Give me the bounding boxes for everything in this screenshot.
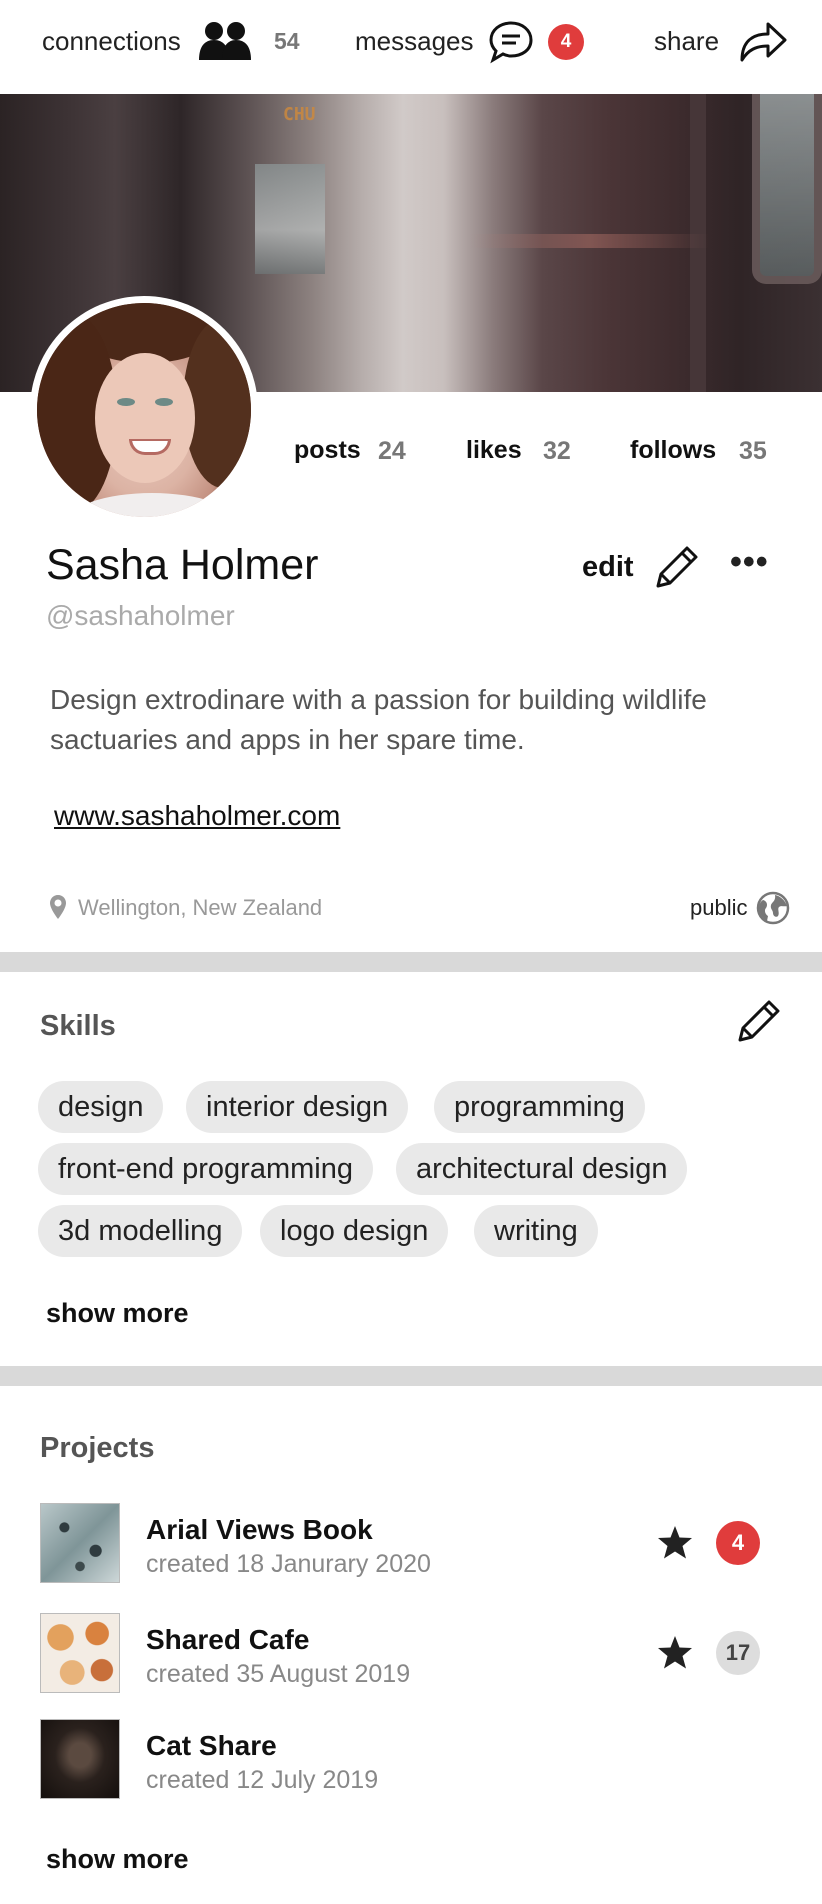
project-count-badge: 4 (716, 1521, 760, 1565)
project-thumbnail[interactable] (40, 1613, 120, 1693)
stat-likes-value: 32 (543, 437, 571, 465)
project-title[interactable]: Arial Views Book (146, 1514, 373, 1546)
project-thumbnail[interactable] (40, 1719, 120, 1799)
skill-chip[interactable]: design (38, 1081, 164, 1133)
website-link[interactable]: www.sashaholmer.com (54, 800, 340, 832)
skill-chip[interactable]: front-end programming (38, 1143, 373, 1195)
location-pin-icon (50, 895, 66, 919)
project-thumbnail[interactable] (40, 1503, 120, 1583)
project-title[interactable]: Shared Cafe (146, 1624, 309, 1656)
location-text: Wellington, New Zealand (78, 895, 323, 920)
skills-title: Skills (40, 1010, 116, 1042)
avatar[interactable] (30, 296, 258, 524)
section-divider (0, 1366, 822, 1386)
cover-streak (470, 234, 710, 248)
top-bar: connections 54 messages 4 share (0, 0, 822, 94)
stat-follows-label[interactable]: follows (630, 436, 716, 465)
profile-name: Sasha Holmer (46, 541, 319, 589)
star-icon[interactable] (656, 1524, 694, 1562)
profile-handle: @sashaholmer (46, 600, 235, 631)
avatar-photo (37, 303, 251, 517)
chat-icon[interactable] (488, 20, 534, 64)
pencil-icon[interactable] (652, 542, 702, 592)
skill-chip[interactable]: writing (474, 1205, 598, 1257)
more-options-button[interactable]: ••• (730, 543, 769, 582)
stat-follows-value: 35 (739, 437, 767, 465)
projects-show-more-button[interactable]: show more (46, 1844, 189, 1875)
project-date: created 35 August 2019 (146, 1660, 411, 1688)
share-arrow-icon[interactable] (738, 18, 788, 64)
connections-label[interactable]: connections (42, 26, 181, 57)
projects-title: Projects (40, 1432, 155, 1464)
connections-count: 54 (274, 28, 300, 54)
cover-tile (255, 164, 325, 274)
people-icon[interactable] (198, 20, 254, 62)
star-icon[interactable] (656, 1634, 694, 1672)
share-label[interactable]: share (654, 26, 719, 57)
project-title[interactable]: Cat Share (146, 1730, 277, 1762)
cover-window (752, 94, 822, 284)
globe-icon[interactable] (756, 891, 790, 925)
skill-chip[interactable]: logo design (260, 1205, 449, 1257)
messages-count-badge: 4 (548, 24, 584, 60)
edit-profile-button[interactable]: edit (582, 551, 634, 584)
messages-label[interactable]: messages (355, 26, 474, 57)
skill-chip[interactable]: architectural design (396, 1143, 688, 1195)
project-count-badge: 17 (716, 1631, 760, 1675)
stat-posts-label[interactable]: posts (294, 436, 361, 465)
cover-sign: CHU (283, 104, 316, 125)
project-date: created 12 July 2019 (146, 1766, 379, 1794)
project-date: created 18 Janurary 2020 (146, 1550, 431, 1578)
stat-posts-value: 24 (378, 437, 406, 465)
section-divider (0, 952, 822, 972)
skills-show-more-button[interactable]: show more (46, 1298, 189, 1329)
edit-skills-pencil-icon[interactable] (734, 996, 784, 1046)
skill-chip[interactable]: interior design (186, 1081, 409, 1133)
skill-chip[interactable]: programming (434, 1081, 645, 1133)
skill-chip[interactable]: 3d modelling (38, 1205, 243, 1257)
visibility-label[interactable]: public (690, 895, 747, 921)
profile-bio: Design extrodinare with a passion for bu… (50, 684, 707, 755)
stat-likes-label[interactable]: likes (466, 436, 522, 465)
